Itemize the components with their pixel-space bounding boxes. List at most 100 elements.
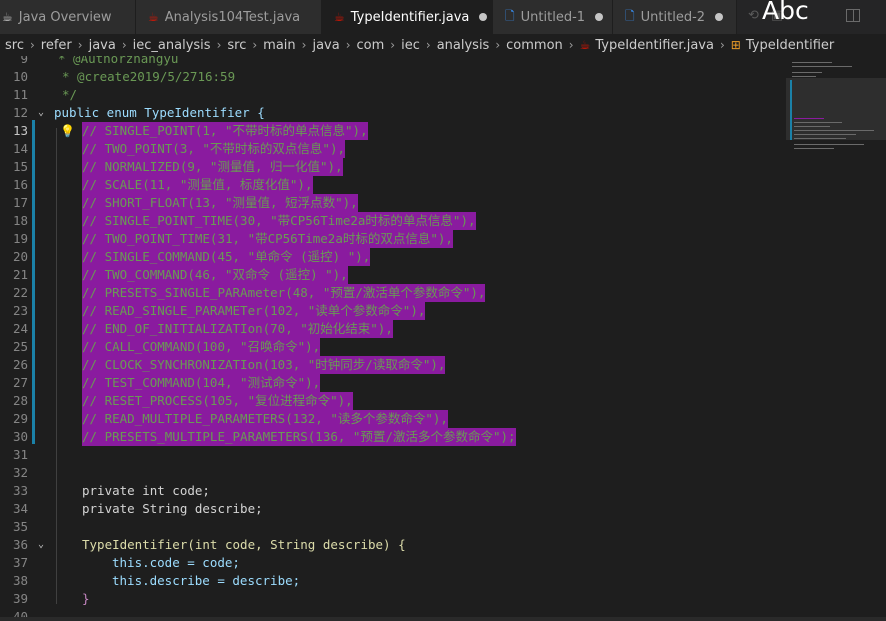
chevron-right-icon: ›: [77, 38, 83, 52]
code-text[interactable]: // SINGLE_POINT_TIME(30, "带CP56Time2a时标的…: [82, 212, 476, 230]
code-line: 21 // TWO_COMMAND(46, "双命令 (遥控) "),: [0, 266, 786, 284]
code-text[interactable]: private int code;: [82, 482, 210, 500]
line-number: 13: [12, 123, 28, 138]
unsaved-dot-icon[interactable]: [715, 13, 724, 21]
code-text[interactable]: // READ_MULTIPLE_PARAMETERS(132, "读多个参数命…: [82, 410, 448, 428]
line-number: 33: [12, 483, 28, 498]
code-editor[interactable]: 9 * @Authorzhangyu 10 * @create2019/5/27…: [0, 56, 886, 621]
chevron-right-icon: ›: [301, 38, 307, 52]
code-text[interactable]: }: [82, 590, 90, 608]
breadcrumb-item[interactable]: src: [5, 38, 24, 53]
code-line: 11 */: [0, 86, 786, 104]
code-text[interactable]: // TWO_POINT(3, "不带时标的双点信息"),: [82, 140, 346, 158]
line-number: 9: [20, 56, 28, 66]
line-number: 30: [12, 429, 28, 444]
code-text[interactable]: // CLOCK_SYNCHRONIZATIon(103, "时钟同步/读取命令…: [82, 356, 446, 374]
code-text[interactable]: */: [62, 86, 77, 104]
code-line: 30 // PRESETS_MULTIPLE_PARAMETERS(136, "…: [0, 428, 786, 446]
tab-untitled-2[interactable]: 🗋 Untitled-2: [613, 0, 737, 34]
split-editor-icon[interactable]: [846, 9, 860, 22]
breadcrumb-item[interactable]: iec_analysis: [133, 38, 211, 53]
breadcrumb-item[interactable]: TypeIdentifier: [746, 38, 834, 53]
breadcrumb-item[interactable]: java: [312, 38, 339, 53]
tab-typeidentifier[interactable]: ☕ TypeIdentifier.java: [322, 0, 493, 34]
code-text[interactable]: this.code = code;: [112, 554, 240, 572]
code-text[interactable]: // PRESETS_MULTIPLE_PARAMETERS(136, "预置/…: [82, 428, 516, 446]
breadcrumb-item[interactable]: com: [357, 38, 385, 53]
code-text[interactable]: * @Authorzhangyu: [58, 56, 178, 68]
code-text[interactable]: // PRESETS_SINGLE_PARAmeter(48, "预置/激活单个…: [82, 284, 486, 302]
line-number: 25: [12, 339, 28, 354]
breadcrumb-item[interactable]: analysis: [437, 38, 490, 53]
minimap-line: [792, 66, 852, 67]
code-line: 9 * @Authorzhangyu: [0, 56, 786, 68]
code-text[interactable]: // END_OF_INITIALIZATIon(70, "初始化结束"),: [82, 320, 393, 338]
code-text[interactable]: private String describe;: [82, 500, 263, 518]
code-text[interactable]: // SINGLE_COMMAND(45, "单命令 (遥控) "),: [82, 248, 371, 266]
tab-untitled-1[interactable]: 🗋 Untitled-1: [493, 0, 613, 34]
line-number: 34: [12, 501, 28, 516]
code-text[interactable]: // READ_SINGLE_PARAMETer(102, "读单个参数命令")…: [82, 302, 426, 320]
code-line: 15 // NORMALIZED(9, "测量值, 归一化值"),: [0, 158, 786, 176]
file-icon: 🗋: [505, 8, 515, 23]
code-text[interactable]: public enum TypeIdentifier {: [54, 104, 265, 122]
line-number: 24: [12, 321, 28, 336]
minimap-line: [794, 122, 842, 123]
code-line: 13 💡 // SINGLE_POINT(1, "不带时标的单点信息"),: [0, 122, 786, 140]
code-line: 22 // PRESETS_SINGLE_PARAmeter(48, "预置/激…: [0, 284, 786, 302]
breadcrumb-item[interactable]: java: [89, 38, 116, 53]
line-number: 32: [12, 465, 28, 480]
unsaved-dot-icon[interactable]: [479, 13, 488, 21]
code-line: 39 }: [0, 590, 786, 608]
chevron-right-icon: ›: [29, 38, 35, 52]
code-text[interactable]: TypeIdentifier(int code, String describe…: [82, 536, 406, 554]
code-text[interactable]: // SINGLE_POINT(1, "不带时标的单点信息"),: [82, 122, 368, 140]
code-text[interactable]: // TWO_COMMAND(46, "双命令 (遥控) "),: [82, 266, 348, 284]
editor-tab-bar: ☕ Java Overview ☕ Analysis104Test.java ☕…: [0, 0, 886, 34]
line-number: 11: [12, 87, 28, 102]
chevron-right-icon: ›: [425, 38, 431, 52]
line-number: 29: [12, 411, 28, 426]
tab-java-overview[interactable]: ☕ Java Overview: [0, 0, 136, 34]
code-text[interactable]: // TWO_POINT_TIME(31, "带CP56Time2a时标的双点信…: [82, 230, 453, 248]
line-number: 22: [12, 285, 28, 300]
code-line: 17 // SHORT_FLOAT(13, "测量值, 短浮点数"),: [0, 194, 786, 212]
minimap-line: [792, 72, 822, 73]
code-line: 33 private int code;: [0, 482, 786, 500]
enum-icon: ⊞: [730, 38, 741, 52]
breadcrumb-item[interactable]: common: [506, 38, 563, 53]
minimap[interactable]: [786, 56, 886, 621]
chevron-down-icon[interactable]: ⌄: [38, 536, 44, 554]
unsaved-dot-icon[interactable]: [595, 13, 604, 21]
breadcrumb-item[interactable]: refer: [41, 38, 72, 53]
minimap-line: [794, 144, 864, 145]
line-number: 23: [12, 303, 28, 318]
line-number: 27: [12, 375, 28, 390]
code-text[interactable]: // RESET_PROCESS(105, "复位进程命令"),: [82, 392, 353, 410]
code-line: 35: [0, 518, 786, 536]
code-text[interactable]: // SHORT_FLOAT(13, "测量值, 短浮点数"),: [82, 194, 358, 212]
code-line: 14 // TWO_POINT(3, "不带时标的双点信息"),: [0, 140, 786, 158]
breadcrumb-item[interactable]: src: [227, 38, 246, 53]
code-text[interactable]: // NORMALIZED(9, "测量值, 归一化值"),: [82, 158, 343, 176]
chevron-down-icon[interactable]: ⌄: [38, 104, 44, 122]
code-text[interactable]: // TEST_COMMAND(104, "测试命令"),: [82, 374, 321, 392]
minimap-line: [790, 80, 792, 140]
code-line: 26 // CLOCK_SYNCHRONIZATIon(103, "时钟同步/读…: [0, 356, 786, 374]
breadcrumb-item[interactable]: main: [263, 38, 295, 53]
line-number: 12: [12, 105, 28, 120]
horizontal-scrollbar[interactable]: [0, 617, 886, 621]
code-text[interactable]: // CALL_COMMAND(100, "召唤命令"),: [82, 338, 321, 356]
code-line: 31: [0, 446, 786, 464]
code-text[interactable]: * @create2019/5/2716:59: [62, 68, 235, 86]
tab-label: Java Overview: [18, 9, 112, 25]
tab-analysis104test[interactable]: ☕ Analysis104Test.java: [136, 0, 322, 34]
minimap-line: [794, 126, 830, 127]
breadcrumb-item[interactable]: iec: [401, 38, 420, 53]
code-text[interactable]: // SCALE(11, "测量值, 标度化值"),: [82, 176, 313, 194]
lightbulb-icon[interactable]: 💡: [60, 123, 75, 139]
code-text[interactable]: this.describe = describe;: [112, 572, 300, 590]
breadcrumb-item[interactable]: TypeIdentifier.java: [595, 38, 714, 53]
chevron-right-icon: ›: [252, 38, 258, 52]
minimap-line: [794, 134, 856, 135]
